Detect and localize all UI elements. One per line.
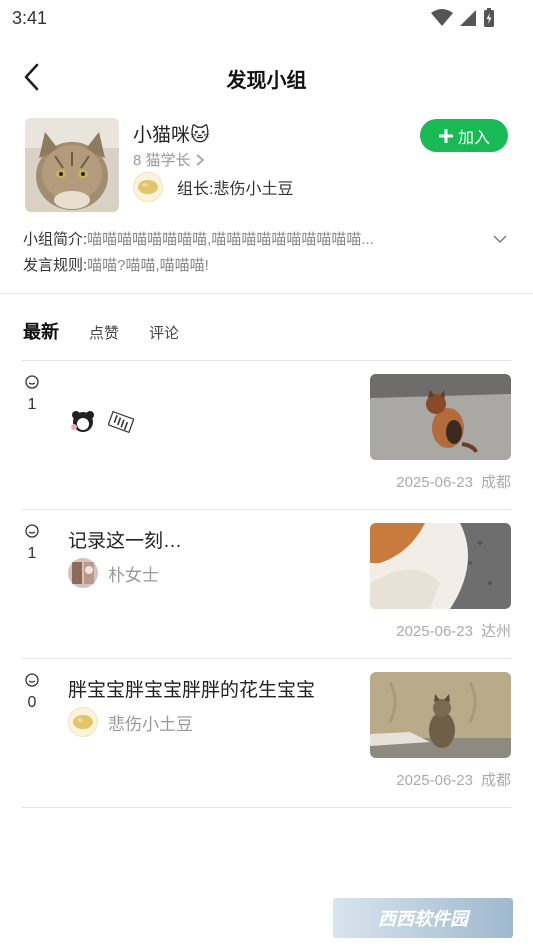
post-meta: 2025-06-23 成都 — [396, 471, 511, 492]
tab-comments[interactable]: 评论 — [149, 322, 179, 343]
post-item[interactable]: 1 2025-06-23 成都 — [22, 361, 511, 510]
post-thumbnail[interactable] — [370, 374, 511, 460]
group-intro: 小组简介:喵喵喵喵喵喵喵喵,喵喵喵喵喵喵喵喵喵喵... — [23, 228, 463, 249]
comment-count-value: 1 — [27, 545, 37, 562]
intro-value: 喵喵喵喵喵喵喵喵,喵喵喵喵喵喵喵喵喵喵... — [87, 231, 374, 248]
comment-icon — [25, 375, 39, 389]
group-rules: 发言规则:喵喵?喵喵,喵喵喵! — [23, 254, 209, 275]
author-name: 朴女士 — [108, 565, 159, 585]
group-leader[interactable]: 组长:悲伤小土豆 — [133, 172, 293, 202]
post-title[interactable]: 胖宝宝胖宝宝胖胖的花生宝宝 — [68, 675, 315, 702]
author-avatar[interactable] — [68, 558, 98, 588]
author-name: 悲伤小土豆 — [108, 714, 193, 734]
tab-latest[interactable]: 最新 — [23, 318, 59, 344]
plus-icon — [438, 128, 453, 143]
post-author[interactable]: 悲伤小土豆 — [68, 707, 193, 737]
post-author[interactable]: 朴女士 — [68, 558, 159, 588]
site-watermark: 西西软件园 — [333, 898, 513, 938]
post-city: 成都 — [480, 772, 511, 789]
group-cover-image[interactable] — [25, 118, 119, 212]
post-meta: 2025-06-23 达州 — [396, 620, 511, 641]
rules-key: 发言规则: — [23, 257, 88, 274]
rules-value: 喵喵?喵喵,喵喵喵! — [87, 257, 209, 274]
group-level-link[interactable]: 8 猫学长 — [133, 149, 205, 170]
author-avatar[interactable] — [68, 407, 98, 437]
post-thumbnail[interactable] — [370, 672, 511, 758]
leader-label: 组长:悲伤小土豆 — [177, 181, 294, 198]
comment-count: 1 — [22, 375, 42, 414]
post-date: 2025-06-23 — [396, 623, 473, 640]
post-date: 2025-06-23 — [396, 772, 473, 789]
join-button-label: 加入 — [457, 129, 490, 147]
chevron-down-icon[interactable] — [492, 234, 508, 244]
comment-count: 0 — [22, 673, 42, 712]
post-city: 成都 — [480, 474, 511, 491]
intro-key: 小组简介: — [23, 231, 88, 248]
leader-avatar[interactable] — [133, 172, 163, 202]
signal-icon — [460, 10, 476, 26]
watermark-text: 西西软件园 — [378, 909, 468, 929]
author-avatar[interactable] — [68, 707, 98, 737]
status-time: 3:41 — [12, 8, 48, 28]
comment-icon — [25, 673, 39, 687]
post-item[interactable]: 1 记录这一刻… 朴女士 2025-06-23 达州 — [22, 510, 511, 659]
comment-count: 1 — [22, 524, 42, 563]
sort-tabs: 最新 点赞 评论 — [23, 318, 209, 344]
group-level-text: 8 猫学长 — [133, 152, 191, 169]
post-item[interactable]: 0 胖宝宝胖宝宝胖胖的花生宝宝 悲伤小土豆 2025-06-23 成都 — [22, 659, 511, 808]
group-name: 小猫咪🐱 — [133, 125, 210, 146]
piano-sticker-icon — [108, 410, 134, 434]
post-author[interactable] — [68, 407, 134, 437]
post-meta: 2025-06-23 成都 — [396, 769, 511, 790]
nav-bar: 发现小组 — [0, 52, 533, 102]
status-icons — [431, 8, 495, 28]
post-city: 达州 — [480, 623, 511, 640]
wifi-icon — [431, 9, 453, 26]
comment-count-value: 1 — [27, 396, 37, 413]
post-thumbnail[interactable] — [370, 523, 511, 609]
page-title: 发现小组 — [226, 70, 307, 92]
chevron-right-icon — [196, 153, 204, 166]
status-bar: 3:41 — [0, 0, 533, 36]
post-date: 2025-06-23 — [396, 474, 473, 491]
comment-count-value: 0 — [27, 694, 37, 711]
section-divider — [0, 293, 533, 294]
battery-icon — [484, 8, 494, 27]
tab-likes[interactable]: 点赞 — [89, 322, 119, 343]
post-title[interactable]: 记录这一刻… — [68, 526, 182, 553]
comment-icon — [25, 524, 39, 538]
join-button[interactable]: 加入 — [420, 119, 508, 152]
